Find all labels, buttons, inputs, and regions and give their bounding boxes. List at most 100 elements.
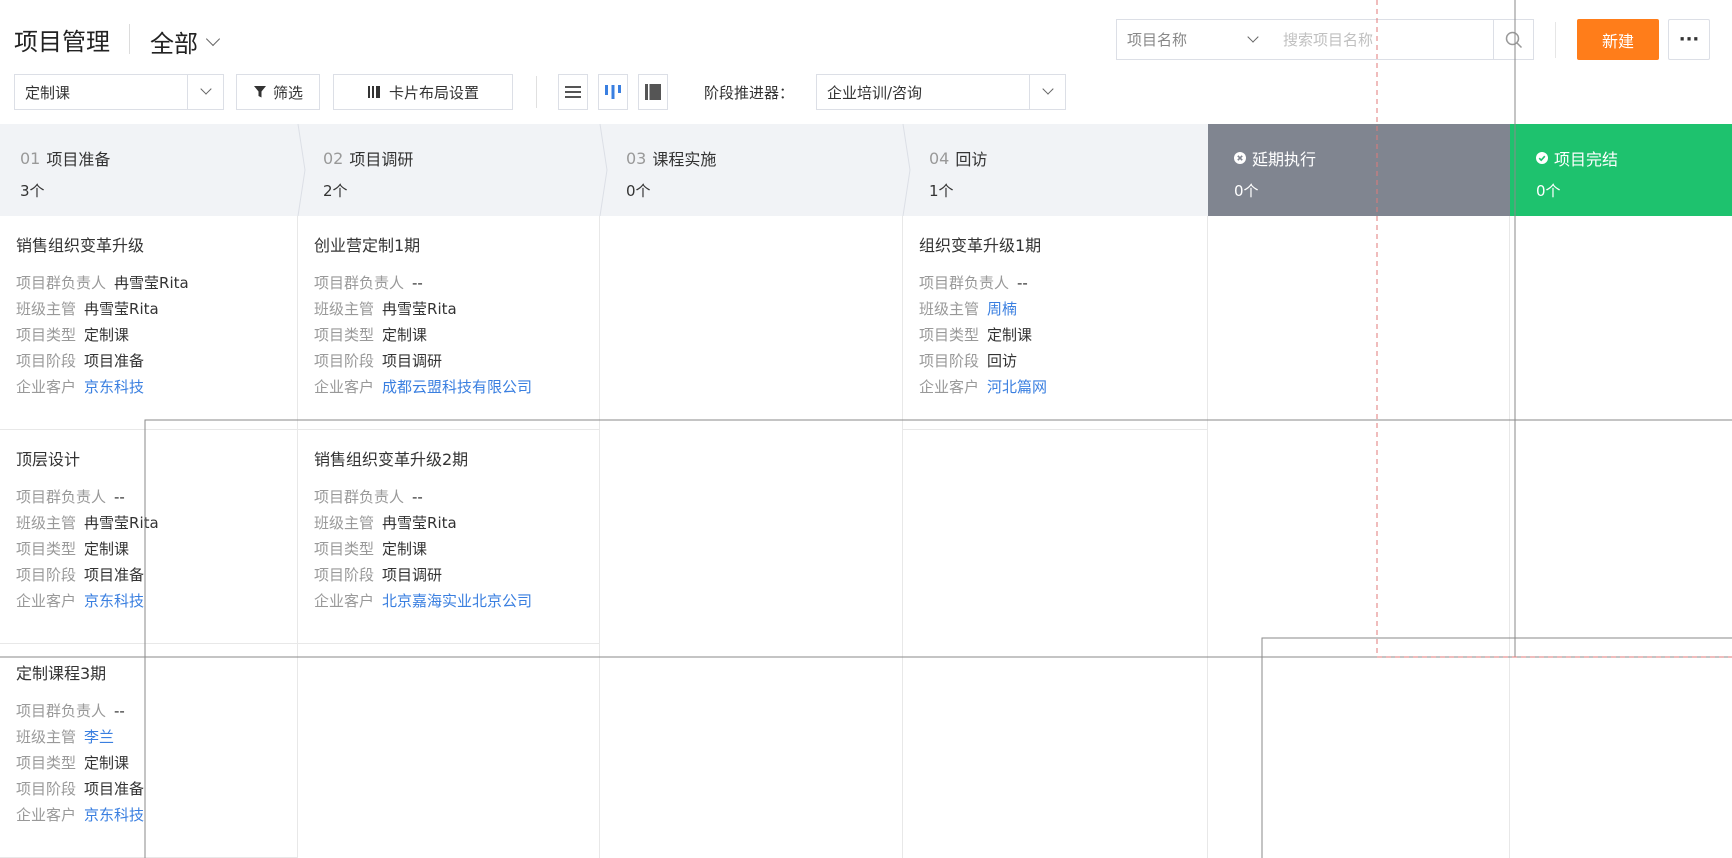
- stage-revisit[interactable]: 04 回访 1个: [909, 124, 1211, 216]
- search-icon: [1505, 31, 1522, 48]
- field-value: 项目准备: [84, 566, 145, 584]
- field-phase: 项目阶段 项目调研: [314, 348, 599, 374]
- client-link[interactable]: 京东科技: [84, 378, 144, 396]
- stage-count: 1个: [929, 182, 954, 200]
- stage-completed[interactable]: 项目完结 0个: [1510, 124, 1732, 216]
- field-owner: 项目群负责人 冉雪莹Rita: [16, 270, 297, 296]
- stage-name: 项目准备: [46, 150, 111, 169]
- stage-count: 3个: [20, 182, 45, 200]
- field-label: 项目类型: [919, 326, 980, 344]
- stage-number: 02: [323, 148, 344, 168]
- field-label: 项目类型: [16, 326, 77, 344]
- card-layout-settings-button[interactable]: 卡片布局设置: [333, 74, 513, 110]
- field-value[interactable]: 周楠: [987, 300, 1017, 318]
- project-card[interactable]: 销售组织变革升级2期 项目群负责人 -- 班级主管 冉雪莹Rita 项目类型 定制课 …: [298, 430, 599, 644]
- project-card[interactable]: 定制课程3期 项目群负责人 -- 班级主管 李兰 项目类型 定制课 项目阶段 项目准备 …: [0, 644, 297, 858]
- course-type-select[interactable]: 定制课: [14, 74, 224, 110]
- field-label: 班级主管: [16, 514, 77, 532]
- stage-advancer-value: 企业培训/咨询: [827, 83, 923, 102]
- kanban-view-button[interactable]: [598, 74, 628, 110]
- stage-columns: 销售组织变革升级 项目群负责人 冉雪莹Rita 班级主管 冉雪莹Rita 项目类型定…: [0, 216, 1732, 858]
- stage-count: 0个: [1234, 182, 1259, 200]
- field-type: 项目类型 定制课: [314, 322, 599, 348]
- field-label: 班级主管: [16, 300, 77, 318]
- columns-icon: [367, 86, 380, 98]
- field-label: 企业客户: [16, 806, 77, 824]
- column-completed: [1510, 216, 1732, 858]
- field-label: 班级主管: [16, 728, 77, 746]
- chevron-down-icon: [1247, 30, 1259, 43]
- search-category-select[interactable]: 项目名称: [1117, 29, 1277, 50]
- field-phase: 项目阶段 项目准备: [16, 776, 297, 802]
- page-header: 项目管理 全部 项目名称 新建 ··· 定制课 筛选: [0, 0, 1732, 124]
- filter-button[interactable]: 筛选: [236, 74, 320, 110]
- field-label: 项目阶段: [919, 352, 980, 370]
- field-label: 企业客户: [919, 378, 980, 396]
- project-card[interactable]: 组织变革升级1期 项目群负责人 -- 班级主管 周楠 项目类型 定制课 项目阶段 回访 …: [903, 216, 1207, 430]
- project-card[interactable]: 创业营定制1期 项目群负责人 -- 班级主管 冉雪莹Rita 项目类型 定制课 项目阶…: [298, 216, 599, 430]
- field-value: --: [114, 702, 125, 720]
- scope-dropdown[interactable]: 全部: [150, 24, 221, 59]
- field-type: 项目类型 定制课: [16, 322, 297, 348]
- field-supervisor: 班级主管 冉雪莹Rita: [314, 296, 599, 322]
- card-layout-label: 卡片布局设置: [388, 83, 479, 102]
- course-select-arrow: [187, 75, 223, 109]
- stage-project-research[interactable]: 02 项目调研 2个: [303, 124, 605, 216]
- stage-name: 课程实施: [652, 150, 717, 169]
- card-title: 销售组织变革升级: [16, 236, 145, 255]
- field-supervisor: 班级主管 冉雪莹Rita: [16, 296, 297, 322]
- field-label: 项目类型: [314, 540, 375, 558]
- field-value: 项目调研: [382, 566, 443, 584]
- client-link[interactable]: 京东科技: [84, 592, 144, 610]
- new-button[interactable]: 新建: [1577, 19, 1659, 60]
- chevron-down-icon: [199, 83, 212, 95]
- stage-course-delivery[interactable]: 03 课程实施 0个: [606, 124, 908, 216]
- field-label: 企业客户: [16, 378, 77, 396]
- field-value[interactable]: 李兰: [84, 728, 114, 746]
- client-link[interactable]: 北京嘉海实业北京公司: [382, 592, 532, 610]
- field-client: 企业客户 京东科技: [16, 374, 297, 400]
- field-value: 项目调研: [382, 352, 443, 370]
- field-type: 项目类型 定制课: [314, 536, 599, 562]
- field-client: 企业客户 河北篇网: [919, 374, 1207, 400]
- stage-advancer-label: 阶段推进器：: [704, 84, 795, 102]
- client-link[interactable]: 河北篇网: [987, 378, 1047, 396]
- field-client: 企业客户 成都云盟科技有限公司: [314, 374, 599, 400]
- client-link[interactable]: 成都云盟科技有限公司: [382, 378, 532, 396]
- field-label: 项目群负责人: [919, 274, 1010, 292]
- project-card[interactable]: 顶层设计 项目群负责人 -- 班级主管 冉雪莹Rita 项目类型 定制课 项目阶段 项目…: [0, 430, 297, 644]
- field-owner: 项目群负责人 --: [314, 270, 599, 296]
- card-view-button[interactable]: [638, 74, 668, 110]
- field-value: 冉雪莹Rita: [114, 274, 189, 292]
- stage-number: 01: [20, 148, 41, 168]
- card-icon: [645, 84, 661, 100]
- stage-header-bar: 01 项目准备 3个 02 项目调研 2个 03 课程实施 0个 04 回访 1个: [0, 124, 1732, 216]
- field-label: 企业客户: [314, 378, 375, 396]
- project-card[interactable]: 销售组织变革升级 项目群负责人 冉雪莹Rita 班级主管 冉雪莹Rita 项目类型定…: [0, 216, 297, 430]
- more-button[interactable]: ···: [1668, 19, 1710, 60]
- check-circle-icon: [1536, 152, 1548, 164]
- field-owner: 项目群负责人 --: [16, 698, 297, 724]
- stage-advancer-select[interactable]: 企业培训/咨询: [816, 74, 1066, 110]
- search-button[interactable]: [1493, 20, 1533, 59]
- header-divider: [1555, 22, 1556, 58]
- stage-number: 03: [626, 148, 647, 168]
- client-link[interactable]: 京东科技: [84, 806, 144, 824]
- search-input[interactable]: [1277, 20, 1493, 59]
- list-icon: [565, 86, 581, 98]
- stage-project-prep[interactable]: 01 项目准备 3个: [0, 124, 302, 216]
- field-label: 项目阶段: [314, 352, 375, 370]
- field-label: 项目阶段: [314, 566, 375, 584]
- field-value: 冉雪莹Rita: [382, 514, 457, 532]
- field-phase: 项目阶段 项目调研: [314, 562, 599, 588]
- field-value: --: [412, 274, 423, 292]
- field-label: 项目类型: [16, 540, 77, 558]
- field-value: 冉雪莹Rita: [84, 300, 159, 318]
- stage-name: 回访: [955, 150, 988, 169]
- stage-delayed[interactable]: 延期执行 0个: [1208, 124, 1510, 216]
- field-owner: 项目群负责人 --: [919, 270, 1207, 296]
- list-view-button[interactable]: [558, 74, 588, 110]
- toolbar-divider: [536, 76, 537, 108]
- field-value: --: [114, 488, 125, 506]
- card-title: 定制课程3期: [16, 664, 107, 683]
